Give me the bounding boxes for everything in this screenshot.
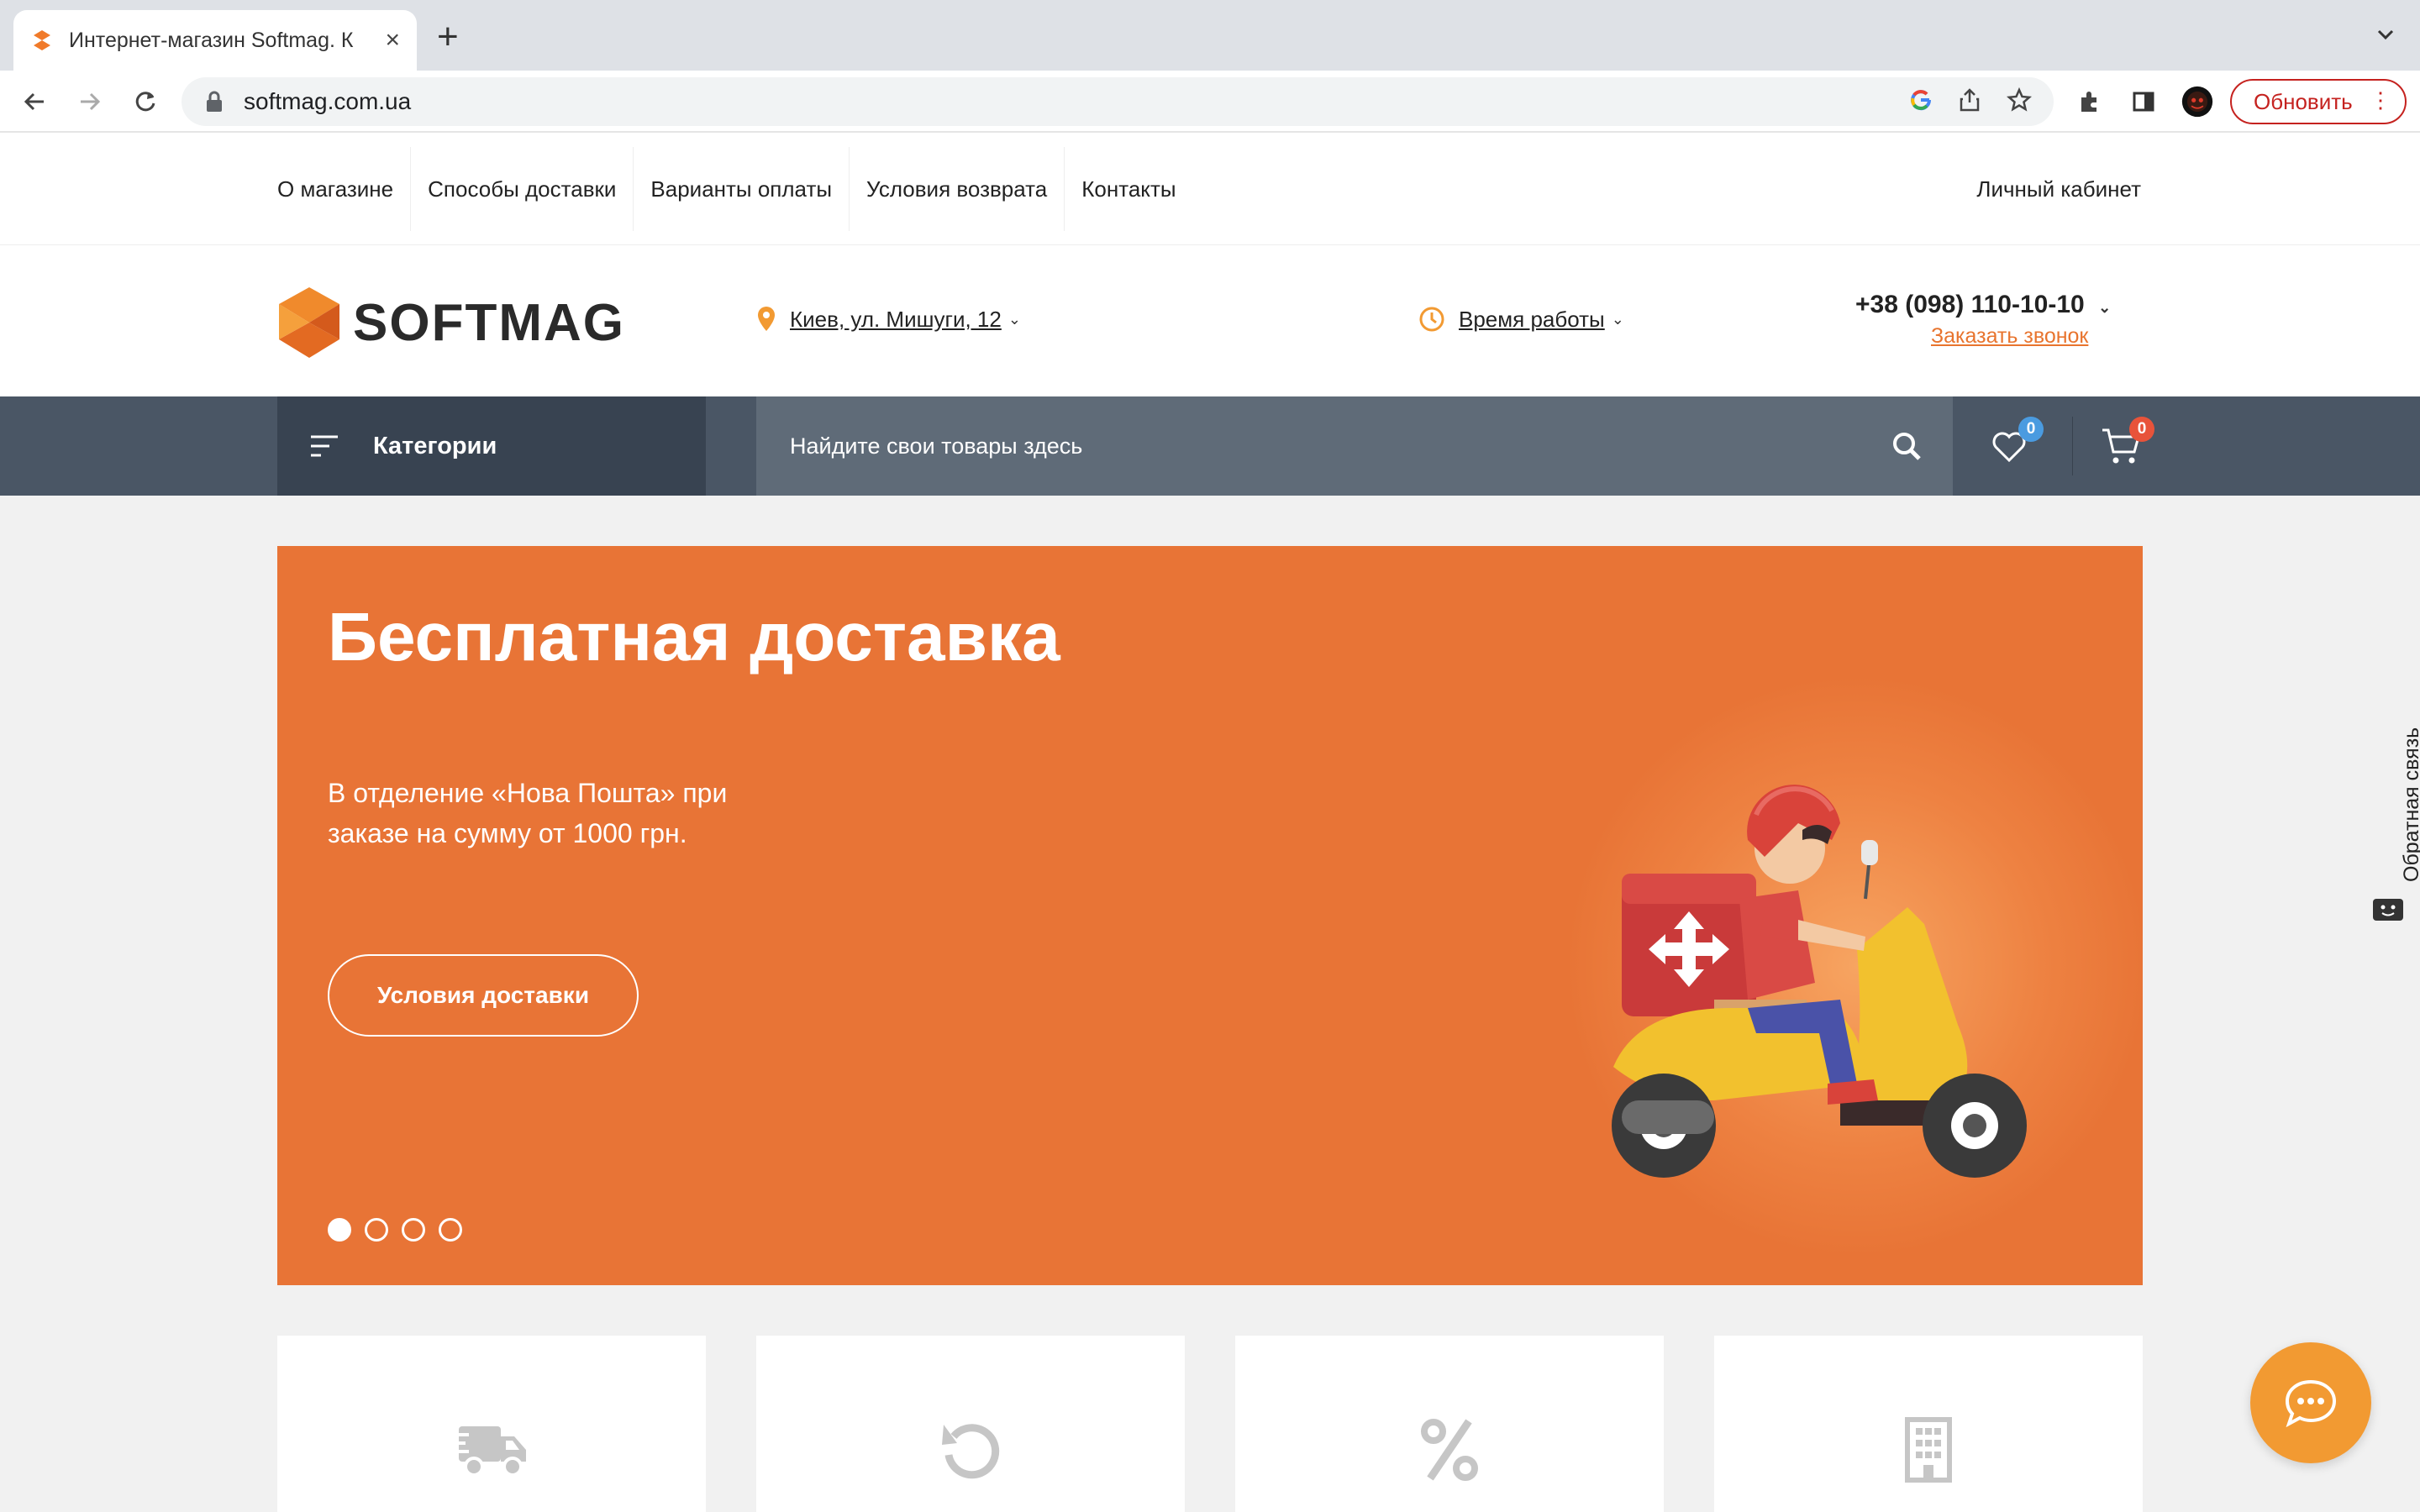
- chevron-down-icon: ⌄: [1611, 310, 1624, 328]
- chevron-down-icon: ⌄: [1007, 310, 1021, 328]
- hero-banner[interactable]: Бесплатная доставка В отделение «Нова По…: [277, 546, 2143, 1285]
- url-text: softmag.com.ua: [244, 88, 412, 114]
- link-returns[interactable]: Условия возврата: [850, 147, 1065, 231]
- map-pin-icon: [758, 307, 775, 331]
- clock-icon: [1419, 307, 1444, 332]
- wishlist-badge: 0: [2018, 417, 2044, 442]
- truck-icon: [450, 1408, 534, 1492]
- site-logo[interactable]: SOFTMAG: [277, 286, 625, 360]
- profile-avatar[interactable]: [2181, 86, 2213, 118]
- address-label: Киев, ул. Мишуги, 12: [790, 306, 1002, 332]
- return-icon: [929, 1408, 1013, 1492]
- chat-bubble-icon: [2285, 1379, 2337, 1427]
- feedback-side-tab[interactable]: Обратная связь: [2368, 714, 2420, 932]
- phone-number[interactable]: +38 (098) 110-10-10 ⌄: [1855, 291, 2111, 319]
- google-icon[interactable]: [1909, 88, 1933, 112]
- lock-icon[interactable]: [205, 91, 224, 113]
- tab-title: Интернет-магазин Softmag. К: [69, 28, 354, 52]
- browser-tab[interactable]: Интернет-магазин Softmag. К ×: [13, 10, 417, 71]
- feature-card-delivery[interactable]: [277, 1336, 706, 1512]
- slider-dot-4[interactable]: [439, 1218, 462, 1242]
- site-header: SOFTMAG Киев, ул. Мишуги, 12 ⌄ Время раб…: [0, 245, 2420, 396]
- chat-face-icon: [2373, 899, 2403, 921]
- hours-label: Время работы: [1459, 306, 1605, 332]
- search-input[interactable]: Найдите свои товары здесь: [756, 396, 1953, 496]
- cart-button[interactable]: 0: [2101, 417, 2154, 469]
- browser-tabstrip: Интернет-магазин Softmag. К × +: [0, 0, 2420, 71]
- categories-button[interactable]: Категории: [277, 396, 706, 496]
- phone-text: +38 (098) 110-10-10: [1855, 291, 2085, 318]
- cart-badge: 0: [2129, 417, 2154, 442]
- hero-subtitle: В отделение «Нова Пошта» при заказе на с…: [328, 778, 728, 848]
- update-label: Обновить: [2254, 88, 2353, 114]
- menu-lines-icon: [311, 435, 338, 457]
- share-icon[interactable]: [1958, 87, 1981, 113]
- info-links: О магазине Способы доставки Варианты опл…: [277, 133, 1193, 245]
- browser-toolbar: softmag.com.ua Обновить ⋮: [0, 71, 2420, 133]
- logo-text: SOFTMAG: [353, 293, 625, 352]
- callback-link[interactable]: Заказать звонок: [1931, 324, 2088, 349]
- side-panel-icon[interactable]: [2128, 86, 2160, 118]
- forward-icon[interactable]: [74, 86, 106, 118]
- tab-close-icon[interactable]: ×: [385, 28, 400, 53]
- slider-dot-1[interactable]: [328, 1218, 351, 1242]
- courier-scooter-illustration: [1612, 785, 2027, 1178]
- navbar-divider: [2072, 417, 2073, 475]
- link-delivery[interactable]: Способы доставки: [411, 147, 634, 231]
- tab-search-chevron-icon[interactable]: [2375, 24, 2396, 45]
- site-top-menu: О магазине Способы доставки Варианты опл…: [0, 133, 2420, 245]
- feature-card-returns[interactable]: [756, 1336, 1185, 1512]
- chat-button[interactable]: [2250, 1342, 2371, 1463]
- delivery-terms-button[interactable]: Условия доставки: [328, 954, 639, 1037]
- bookmark-star-icon[interactable]: [2007, 87, 2032, 113]
- account-link[interactable]: Личный кабинет: [1976, 133, 2141, 245]
- back-icon[interactable]: [18, 86, 50, 118]
- search-icon[interactable]: [1891, 430, 1923, 462]
- working-hours[interactable]: Время работы ⌄: [1418, 306, 1624, 333]
- extensions-icon[interactable]: [2074, 86, 2106, 118]
- link-contacts[interactable]: Контакты: [1065, 147, 1192, 231]
- update-button[interactable]: Обновить ⋮: [2230, 79, 2407, 124]
- main-navbar: Категории Найдите свои товары здесь 0 0: [0, 396, 2420, 496]
- slider-dot-3[interactable]: [402, 1218, 425, 1242]
- softmag-logo-icon: [279, 287, 339, 358]
- link-payment[interactable]: Варианты оплаты: [634, 147, 850, 231]
- chevron-down-icon: ⌄: [2098, 299, 2112, 316]
- feature-card-discounts[interactable]: [1235, 1336, 1664, 1512]
- wishlist-button[interactable]: 0: [1990, 417, 2044, 469]
- percent-icon: [1407, 1408, 1491, 1492]
- link-about[interactable]: О магазине: [277, 147, 412, 231]
- categories-label: Категории: [373, 432, 497, 459]
- slider-dot-2[interactable]: [365, 1218, 388, 1242]
- search-placeholder: Найдите свои товары здесь: [790, 433, 1083, 459]
- new-tab-icon[interactable]: +: [437, 18, 459, 55]
- hero-title: Бесплатная доставка: [328, 599, 1060, 675]
- browser-menu-icon[interactable]: ⋮: [2370, 89, 2391, 111]
- feature-card-company[interactable]: [1714, 1336, 2143, 1512]
- slider-dots: [328, 1218, 462, 1242]
- softmag-favicon-icon: [34, 30, 50, 50]
- store-address[interactable]: Киев, ул. Мишуги, 12 ⌄: [756, 306, 1021, 333]
- building-icon: [1886, 1408, 1970, 1492]
- reload-icon[interactable]: [129, 86, 161, 118]
- feedback-label: Обратная связь: [2400, 727, 2420, 882]
- address-bar[interactable]: softmag.com.ua: [182, 77, 2054, 126]
